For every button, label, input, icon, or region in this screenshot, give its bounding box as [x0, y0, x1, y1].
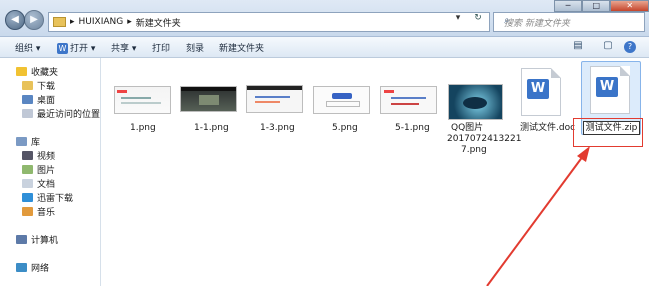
arrow-shaft — [486, 151, 587, 286]
annotation-arrow — [486, 146, 590, 286]
arrow-head — [577, 146, 590, 162]
